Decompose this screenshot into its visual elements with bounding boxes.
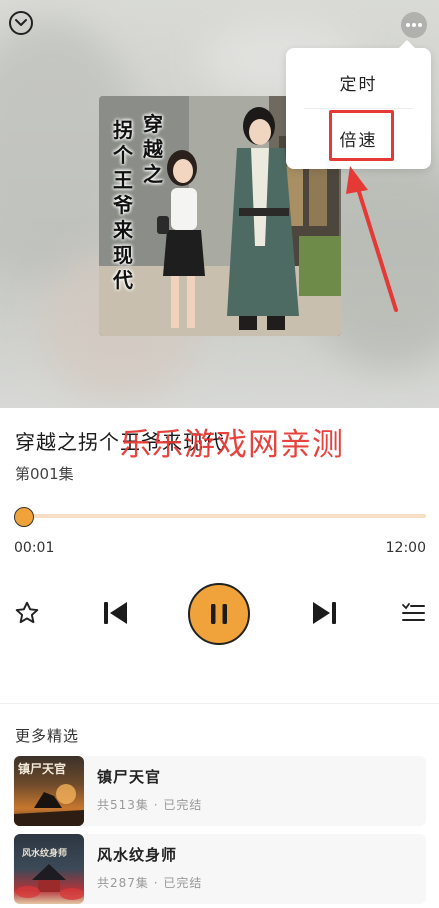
more-dot: [418, 23, 422, 27]
episode-label: 第001集: [15, 465, 74, 483]
cover-title-right: 穿越之: [143, 112, 163, 186]
skip-next-icon: [313, 602, 336, 624]
favorite-button[interactable]: [12, 598, 42, 628]
recommendation-thumbnail: 风水纹身师: [14, 834, 84, 904]
star-icon: [15, 601, 39, 624]
cover-title-left: 拐个王爷来现代: [113, 118, 133, 292]
current-time: 00:01: [14, 540, 55, 556]
recommendation-card[interactable]: 风水纹身师 风水纹身师 共287集 · 已完结: [13, 834, 426, 904]
recommendation-meta: 共513集 · 已完结: [97, 798, 203, 812]
speed-highlight-box: [329, 110, 394, 161]
menu-divider: [304, 108, 413, 109]
recommendation-name: 风水纹身师: [97, 846, 178, 864]
recommendation-name: 镇尸天官: [97, 768, 162, 786]
progress-thumb[interactable]: [14, 507, 34, 527]
more-dot: [412, 23, 416, 27]
skip-previous-icon: [104, 602, 127, 624]
more-dots-icon: [406, 23, 410, 27]
thumbnail-art: [16, 864, 84, 900]
playlist-button[interactable]: [399, 598, 427, 628]
pause-icon: [211, 604, 227, 624]
playlist-icon: [402, 603, 425, 621]
menu-item-timer[interactable]: 定时: [286, 54, 431, 110]
previous-button[interactable]: [100, 598, 130, 628]
recommendation-thumbnail: 镇尸天官: [14, 756, 84, 826]
progress-bar[interactable]: [24, 514, 426, 518]
more-picks-heading: 更多精选: [15, 727, 80, 745]
collapse-button[interactable]: [9, 11, 33, 35]
watermark-text: 乐乐游戏网亲测: [120, 427, 344, 463]
thumbnail-title: 镇尸天官: [18, 762, 67, 776]
play-pause-button[interactable]: [188, 583, 250, 645]
recommendation-card[interactable]: 镇尸天官 镇尸天官 共513集 · 已完结: [13, 756, 426, 826]
recommendation-meta: 共287集 · 已完结: [97, 876, 203, 890]
more-options-button[interactable]: [401, 12, 427, 38]
section-divider: [0, 703, 439, 704]
thumbnail-title: 风水纹身师: [22, 849, 68, 859]
next-button[interactable]: [310, 598, 340, 628]
total-time: 12:00: [385, 540, 426, 556]
chevron-down-icon: [15, 19, 27, 26]
annotation-arrow-icon: [346, 166, 398, 312]
